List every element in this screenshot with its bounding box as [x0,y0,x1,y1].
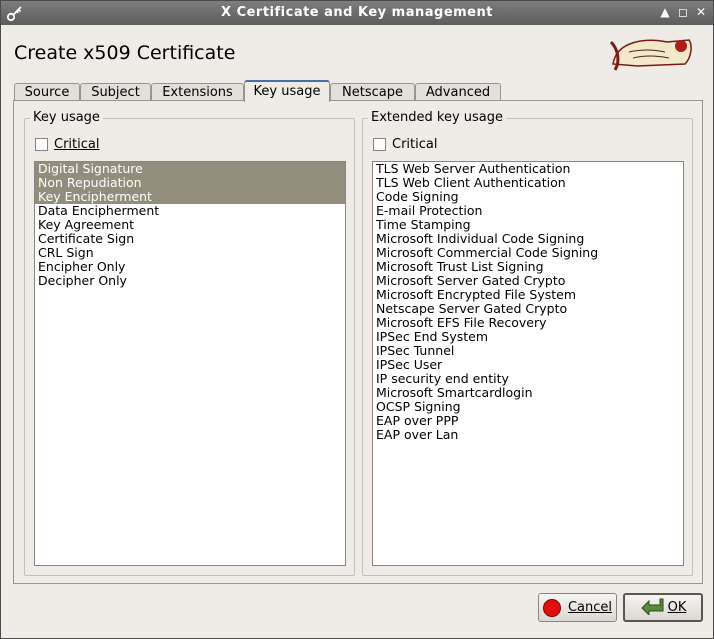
tab-key-usage[interactable]: Key usage [244,80,330,102]
extended-key-usage-item[interactable]: Netscape Server Gated Crypto [373,302,683,316]
cancel-label: Cancel [567,600,613,615]
extended-key-usage-item[interactable]: Microsoft EFS File Recovery [373,316,683,330]
checkbox-box[interactable] [35,138,48,151]
extended-key-usage-list[interactable]: TLS Web Server Authentication TLS Web Cli… [372,161,684,566]
key-usage-item[interactable]: Data Encipherment [35,204,345,218]
shade-up-icon[interactable]: ▲ [658,5,672,20]
key-usage-item[interactable]: Encipher Only [35,260,345,274]
extended-key-usage-item[interactable]: Code Signing [373,190,683,204]
extended-key-usage-item[interactable]: Microsoft Server Gated Crypto [373,274,683,288]
tab-subject[interactable]: Subject [80,83,151,101]
key-usage-group: Key usage Critical Digital Signature Non … [24,110,355,576]
checkbox-box[interactable] [373,138,386,151]
extended-key-usage-item[interactable]: IP security end entity [373,372,683,386]
checkbox-label: Critical [392,137,438,152]
tab-advanced[interactable]: Advanced [415,83,501,101]
key-usage-item[interactable]: Certificate Sign [35,232,345,246]
key-usage-item[interactable]: Key Encipherment [35,190,345,204]
tab-extensions[interactable]: Extensions [151,83,244,101]
extended-key-usage-item[interactable]: E-mail Protection [373,204,683,218]
key-usage-title: Key usage [30,110,103,125]
extended-key-usage-item[interactable]: EAP over Lan [373,428,683,442]
extended-key-usage-item[interactable]: Microsoft Individual Code Signing [373,232,683,246]
extended-key-usage-item[interactable]: IPSec User [373,358,683,372]
key-usage-item[interactable]: Digital Signature [35,162,345,176]
key-usage-item[interactable]: CRL Sign [35,246,345,260]
page-title: Create x509 Certificate [14,42,236,64]
tab-source[interactable]: Source [14,83,80,101]
extended-key-usage-item[interactable]: TLS Web Server Authentication [373,162,683,176]
extended-key-usage-item[interactable]: OCSP Signing [373,400,683,414]
title-bar[interactable]: X Certificate and Key management ▲ ◻ ✕ [1,1,713,25]
certificate-dialog: X Certificate and Key management ▲ ◻ ✕ C… [0,0,714,639]
key-usage-pane: Key usage Critical Digital Signature Non … [13,100,703,584]
window-title: X Certificate and Key management [221,5,493,20]
key-usage-critical-checkbox[interactable]: Critical [35,137,99,152]
ok-button[interactable]: OK [623,593,703,622]
key-usage-item[interactable]: Decipher Only [35,274,345,288]
extended-key-usage-item[interactable]: Microsoft Smartcardlogin [373,386,683,400]
extended-key-usage-item[interactable]: IPSec Tunnel [373,344,683,358]
cancel-button[interactable]: Cancel [538,593,617,622]
xca-logo [607,34,697,74]
extended-key-usage-item[interactable]: Microsoft Trust List Signing [373,260,683,274]
checkbox-label: Critical [54,137,100,152]
close-icon[interactable]: ✕ [694,5,708,20]
cancel-icon [542,598,561,617]
extended-key-usage-item[interactable]: TLS Web Client Authentication [373,176,683,190]
ok-label: OK [667,600,687,615]
ok-arrow-icon [640,597,664,619]
extended-key-usage-group: Extended key usage Critical TLS Web Serv… [362,110,693,576]
extended-key-usage-item[interactable]: EAP over PPP [373,414,683,428]
extended-key-usage-item[interactable]: Time Stamping [373,218,683,232]
extended-key-usage-item[interactable]: Microsoft Commercial Code Signing [373,246,683,260]
key-usage-item[interactable]: Non Repudiation [35,176,345,190]
tab-netscape[interactable]: Netscape [330,83,415,101]
extended-key-usage-critical-checkbox[interactable]: Critical [373,137,437,152]
key-usage-list[interactable]: Digital Signature Non Repudiation Key Enci… [34,161,346,566]
extended-key-usage-item[interactable]: IPSec End System [373,330,683,344]
extended-key-usage-title: Extended key usage [368,110,506,125]
key-usage-item[interactable]: Key Agreement [35,218,345,232]
maximize-icon[interactable]: ◻ [676,5,690,20]
extended-key-usage-item[interactable]: Microsoft Encrypted File System [373,288,683,302]
